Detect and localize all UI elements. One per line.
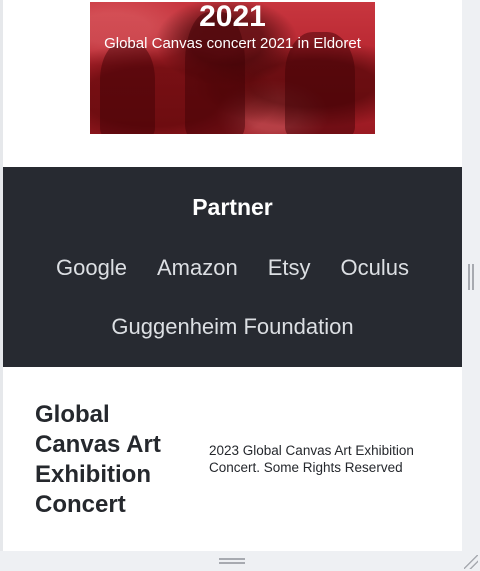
partner-link-google[interactable]: Google (56, 255, 127, 281)
partner-link-guggenheim[interactable]: Guggenheim Foundation (111, 314, 353, 340)
partner-list: Guggenheim Foundation (3, 314, 462, 340)
bottom-resize-handle[interactable] (219, 558, 245, 564)
partner-link-etsy[interactable]: Etsy (268, 255, 311, 281)
partner-heading: Partner (192, 194, 273, 220)
crowd-silhouette (100, 42, 155, 134)
partner-link-amazon[interactable]: Amazon (157, 255, 238, 281)
event-card: 2021 Global Canvas concert 2021 in Eldor… (3, 0, 462, 167)
event-image[interactable]: 2021 Global Canvas concert 2021 in Eldor… (90, 2, 375, 134)
page-viewport: 2021 Global Canvas concert 2021 in Eldor… (0, 0, 462, 551)
partner-link-oculus[interactable]: Oculus (340, 255, 408, 281)
footer-copyright: 2023 Global Canvas Art Exhibition Concer… (209, 443, 414, 475)
footer-brand[interactable]: Global Canvas Art Exhibition Concert (35, 400, 185, 520)
event-year: 2021 (199, 2, 266, 33)
partner-section: Partner Google Amazon Etsy Oculus Guggen… (3, 167, 462, 367)
resize-corner-icon[interactable] (464, 555, 478, 569)
partner-list: Google Amazon Etsy Oculus (3, 255, 462, 281)
event-caption: Global Canvas concert 2021 in Eldoret (104, 35, 361, 52)
site-footer: Global Canvas Art Exhibition Concert 202… (3, 367, 462, 551)
side-resize-handle[interactable] (468, 264, 474, 290)
